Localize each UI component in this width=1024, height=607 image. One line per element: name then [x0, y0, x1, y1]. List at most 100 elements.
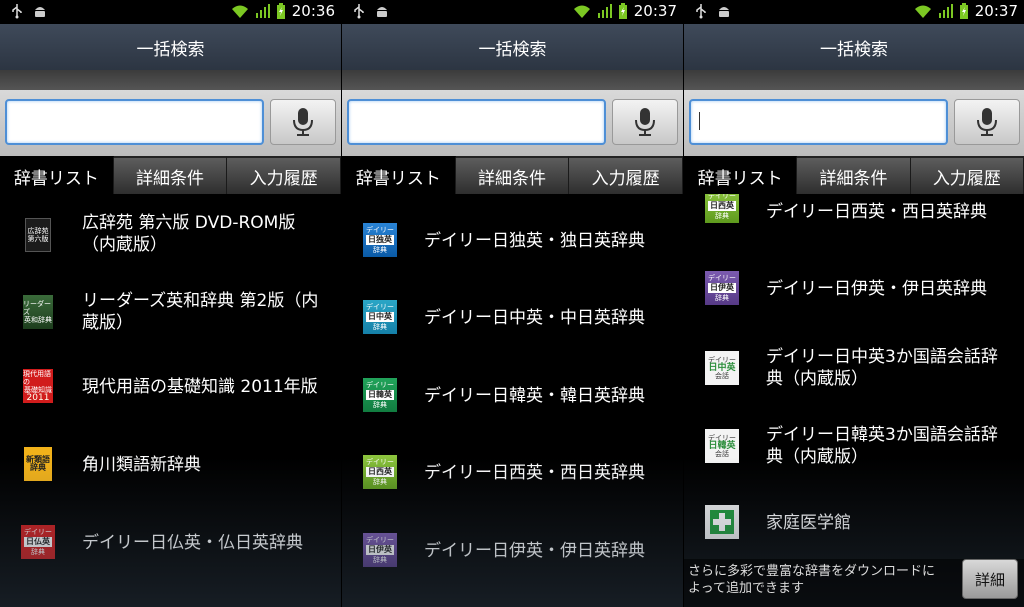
daily-chinese-conversation-book-icon: デイリー 日中英 会話 — [704, 350, 740, 386]
daily-french-book-icon: デイリー 日仏英 辞典 — [20, 524, 56, 560]
tab-dictionary-list[interactable]: 辞書リスト — [342, 156, 456, 194]
page-title: 一括検索 — [684, 24, 1024, 70]
screen-3: 20:37 一括検索 辞書リスト 詳細条件 入力履歴 デイリー 日西英 辞典 デ… — [684, 0, 1024, 607]
list-item-label: 家庭医学館 — [766, 513, 851, 533]
list-item[interactable]: デイリー 日西英 辞典 デイリー日西英・西日英辞典 — [684, 194, 1024, 230]
tab-bar: 辞書リスト 詳細条件 入力履歴 — [0, 156, 341, 194]
clock: 20:36 — [291, 2, 335, 20]
page-title: 一括検索 — [0, 24, 341, 70]
voice-search-button[interactable] — [954, 99, 1020, 145]
search-input[interactable] — [5, 99, 264, 145]
tab-input-history[interactable]: 入力履歴 — [910, 156, 1024, 194]
list-item-label: デイリー日韓英3か国語会話辞典（内蔵版） — [766, 425, 998, 467]
search-bar — [342, 90, 683, 156]
tab-detail-conditions[interactable]: 詳細条件 — [455, 156, 570, 194]
divider — [684, 70, 1024, 90]
tab-bar: 辞書リスト 詳細条件 入力履歴 — [342, 156, 683, 194]
kojien-book-icon: 広辞苑 第六版 — [20, 217, 56, 253]
android-debug-icon — [719, 7, 729, 17]
tab-dictionary-list[interactable]: 辞書リスト — [684, 156, 798, 194]
tab-bar: 辞書リスト 詳細条件 入力履歴 — [684, 156, 1024, 194]
list-item[interactable]: デイリー 日西英 辞典 デイリー日西英・西日英辞典 — [342, 454, 683, 490]
search-input[interactable] — [689, 99, 948, 145]
divider — [342, 70, 683, 90]
readers-book-icon: リーダーズ 英和辞典 — [20, 294, 56, 330]
tab-input-history[interactable]: 入力履歴 — [227, 156, 341, 194]
list-item-label: デイリー日独英・独日英辞典 — [424, 231, 645, 251]
daily-spanish-book-icon: デイリー 日西英 辞典 — [362, 454, 398, 490]
dictionary-list: デイリー 日独英 辞典 デイリー日独英・独日英辞典 デイリー 日中英 辞典 デイ… — [342, 194, 683, 607]
text-cursor — [699, 112, 700, 130]
status-bar: 20:37 — [342, 0, 683, 24]
microphone-icon — [977, 108, 997, 136]
gendai-yougo-book-icon: 現代用語の 基礎知識 2011 — [23, 369, 53, 403]
details-button[interactable]: 詳細 — [962, 559, 1018, 599]
battery-icon — [618, 3, 627, 19]
tab-input-history[interactable]: 入力履歴 — [569, 156, 683, 194]
list-item[interactable]: デイリー 日伊英 辞典 デイリー日伊英・伊日英辞典 — [342, 532, 683, 568]
daily-italian-book-icon: デイリー 日伊英 辞典 — [362, 532, 398, 568]
signal-icon — [597, 4, 612, 18]
page-title: 一括検索 — [342, 24, 683, 70]
wifi-icon — [573, 5, 590, 18]
list-item-label: デイリー日西英・西日英辞典 — [766, 202, 987, 222]
list-item-label: デイリー日伊英・伊日英辞典 — [766, 279, 987, 299]
list-item-label: 角川類語新辞典 — [82, 455, 201, 475]
signal-icon — [255, 4, 270, 18]
list-item[interactable]: デイリー 日韓英 会話 デイリー日韓英3か国語会話辞典（内蔵版） — [684, 422, 1024, 472]
list-item-label: 現代用語の基礎知識 2011年版 — [82, 377, 318, 397]
list-item-label: 広辞苑 第六版 DVD-ROM版（内蔵版） — [82, 213, 296, 255]
list-item[interactable]: デイリー 日仏英 辞典 デイリー日仏英・仏日英辞典 — [0, 524, 341, 560]
kadokawa-ruigo-book-icon: 新類語 辞典 — [20, 446, 56, 482]
android-debug-icon — [35, 7, 45, 17]
screen-2: 20:37 一括検索 辞書リスト 詳細条件 入力履歴 デイリー 日独英 辞典 デ… — [342, 0, 683, 607]
list-item-label: デイリー日西英・西日英辞典 — [424, 463, 645, 483]
dictionary-list: 広辞苑 第六版 広辞苑 第六版 DVD-ROM版（内蔵版） リーダーズ 英和辞典… — [0, 194, 341, 607]
list-item[interactable]: デイリー 日伊英 辞典 デイリー日伊英・伊日英辞典 — [684, 270, 1024, 306]
daily-korean-conversation-book-icon: デイリー 日韓英 会話 — [704, 428, 740, 464]
battery-icon — [276, 3, 285, 19]
download-hint: さらに多彩で豊富な辞書をダウンロードによって追加できます — [688, 564, 936, 596]
signal-icon — [938, 4, 953, 18]
usb-icon — [12, 4, 22, 19]
list-item[interactable]: デイリー 日中英 辞典 デイリー日中英・中日英辞典 — [342, 299, 683, 335]
list-item[interactable]: 家庭医学館 — [684, 504, 1024, 540]
clock: 20:37 — [633, 2, 677, 20]
daily-spanish-book-icon: デイリー 日西英 辞典 — [704, 194, 740, 224]
screen-1: 20:36 一括検索 辞書リスト 詳細条件 入力履歴 広辞苑 第六版 広辞苑 第… — [0, 0, 341, 607]
list-item-label: デイリー日仏英・仏日英辞典 — [82, 533, 303, 553]
status-bar: 20:37 — [684, 0, 1024, 24]
search-input[interactable] — [347, 99, 606, 145]
list-item[interactable]: リーダーズ 英和辞典 リーダーズ英和辞典 第2版（内蔵版） — [0, 288, 341, 338]
divider — [0, 70, 341, 90]
voice-search-button[interactable] — [270, 99, 336, 145]
list-item-label: デイリー日中英3か国語会話辞典（内蔵版） — [766, 347, 998, 389]
tab-dictionary-list[interactable]: 辞書リスト — [0, 156, 114, 194]
daily-korean-book-icon: デイリー 日韓英 辞典 — [362, 377, 398, 413]
list-item[interactable]: デイリー 日中英 会話 デイリー日中英3か国語会話辞典（内蔵版） — [684, 344, 1024, 394]
list-item-label: デイリー日韓英・韓日英辞典 — [424, 386, 645, 406]
list-item-label: デイリー日中英・中日英辞典 — [424, 308, 645, 328]
usb-icon — [696, 4, 706, 19]
list-item[interactable]: 現代用語の 基礎知識 2011 現代用語の基礎知識 2011年版 — [0, 369, 341, 406]
dictionary-list: デイリー 日西英 辞典 デイリー日西英・西日英辞典 デイリー 日伊英 辞典 デイ… — [684, 194, 1024, 607]
list-item[interactable]: 新類語 辞典 角川類語新辞典 — [0, 446, 341, 482]
clock: 20:37 — [974, 2, 1018, 20]
list-item[interactable]: 広辞苑 第六版 広辞苑 第六版 DVD-ROM版（内蔵版） — [0, 210, 341, 260]
battery-icon — [959, 3, 968, 19]
wifi-icon — [914, 5, 931, 18]
tab-detail-conditions[interactable]: 詳細条件 — [797, 156, 911, 194]
voice-search-button[interactable] — [612, 99, 678, 145]
search-bar — [684, 90, 1024, 156]
list-item-label: リーダーズ英和辞典 第2版（内蔵版） — [82, 291, 319, 333]
list-item-label: デイリー日伊英・伊日英辞典 — [424, 541, 645, 561]
list-item[interactable]: デイリー 日韓英 辞典 デイリー日韓英・韓日英辞典 — [342, 377, 683, 413]
daily-italian-book-icon: デイリー 日伊英 辞典 — [704, 270, 740, 306]
usb-icon — [354, 4, 364, 19]
microphone-icon — [293, 108, 313, 136]
android-debug-icon — [377, 7, 387, 17]
status-bar: 20:36 — [0, 0, 341, 24]
search-bar — [0, 90, 341, 156]
list-item[interactable]: デイリー 日独英 辞典 デイリー日独英・独日英辞典 — [342, 222, 683, 258]
tab-detail-conditions[interactable]: 詳細条件 — [113, 156, 228, 194]
